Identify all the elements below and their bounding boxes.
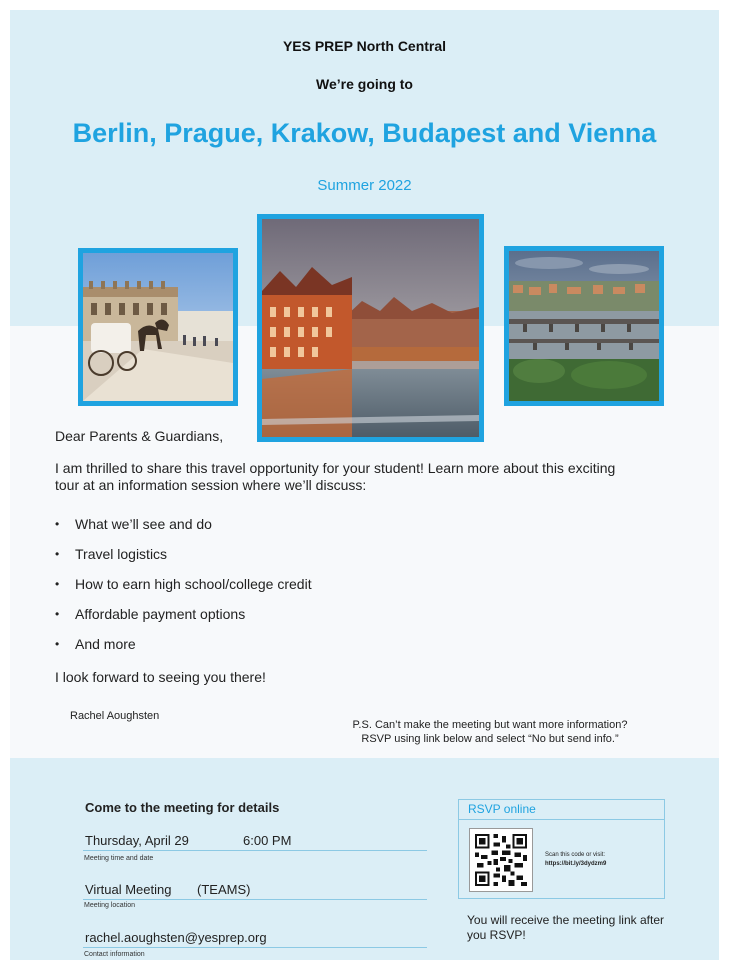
flyer-page: YES PREP North Central We’re going to Be… xyxy=(10,10,719,960)
meeting-time: 6:00 PM xyxy=(243,833,292,848)
list-item-text: How to earn high school/college credit xyxy=(75,576,312,592)
meeting-date: Thursday, April 29 xyxy=(85,833,189,848)
letter-intro: I am thrilled to share this travel oppor… xyxy=(55,460,616,493)
letter-greeting: Dear Parents & Guardians, xyxy=(55,428,224,444)
postscript-line-1: P.S. Can’t make the meeting but want mor… xyxy=(352,719,628,731)
list-item-text: Affordable payment options xyxy=(75,606,246,622)
contact-email: rachel.aoughsten@yesprep.org xyxy=(85,930,267,945)
rsvp-link[interactable]: https://bit.ly/3dydzm9 xyxy=(545,861,606,867)
prague-bridges-photo xyxy=(504,246,664,406)
krakow-carriage-photo xyxy=(78,248,238,406)
list-item-text: And more xyxy=(75,636,136,652)
contact-caption: Contact information xyxy=(84,951,145,958)
bullet-icon: • xyxy=(55,577,60,591)
postscript-line-2: RSVP using link below and select “No but… xyxy=(361,733,619,745)
destinations-title: Berlin, Prague, Krakow, Budapest and Vie… xyxy=(72,118,657,148)
list-item: • How to earn high school/college credit xyxy=(55,574,312,604)
rsvp-title: RSVP online xyxy=(459,800,664,820)
list-item-text: What we’ll see and do xyxy=(75,516,212,532)
meeting-date-caption: Meeting time and date xyxy=(84,855,154,862)
signer-name: Rachel Aoughsten xyxy=(70,710,160,722)
season-subtitle: Summer 2022 xyxy=(317,177,412,194)
list-item: • What we’ll see and do xyxy=(55,514,312,544)
going-to-heading: We’re going to xyxy=(316,76,413,92)
bullet-icon: • xyxy=(55,517,60,531)
bullet-icon: • xyxy=(55,547,60,561)
meeting-location: Virtual Meeting xyxy=(85,882,172,897)
letter-closing: I look forward to seeing you there! xyxy=(55,669,266,685)
meeting-location-caption: Meeting location xyxy=(84,902,135,909)
meeting-date-field: Thursday, April 29 6:00 PM xyxy=(83,831,427,851)
postscript: P.S. Can’t make the meeting but want mor… xyxy=(310,718,670,746)
meeting-location-note: (TEAMS) xyxy=(197,882,251,897)
discussion-topics-list: • What we’ll see and do • Travel logistics… xyxy=(55,514,312,664)
prague-riverside-photo xyxy=(257,214,484,442)
contact-field: rachel.aoughsten@yesprep.org xyxy=(83,928,427,948)
bullet-icon: • xyxy=(55,637,60,651)
organization-name: YES PREP North Central xyxy=(282,38,447,54)
list-item-text: Travel logistics xyxy=(75,546,168,562)
list-item: • Affordable payment options xyxy=(55,604,312,634)
meeting-location-field: Virtual Meeting (TEAMS) xyxy=(83,880,427,900)
bullet-icon: • xyxy=(55,607,60,621)
rsvp-followup-note: You will receive the meeting link after … xyxy=(467,913,664,942)
scan-instructions: Scan this code or visit: xyxy=(545,852,606,858)
list-item: • Travel logistics xyxy=(55,544,312,574)
rsvp-box: RSVP online Scan this code or visit: htt… xyxy=(458,799,665,899)
meeting-section-title: Come to the meeting for details xyxy=(85,800,280,815)
qr-code-icon[interactable] xyxy=(469,828,533,892)
list-item: • And more xyxy=(55,634,312,664)
